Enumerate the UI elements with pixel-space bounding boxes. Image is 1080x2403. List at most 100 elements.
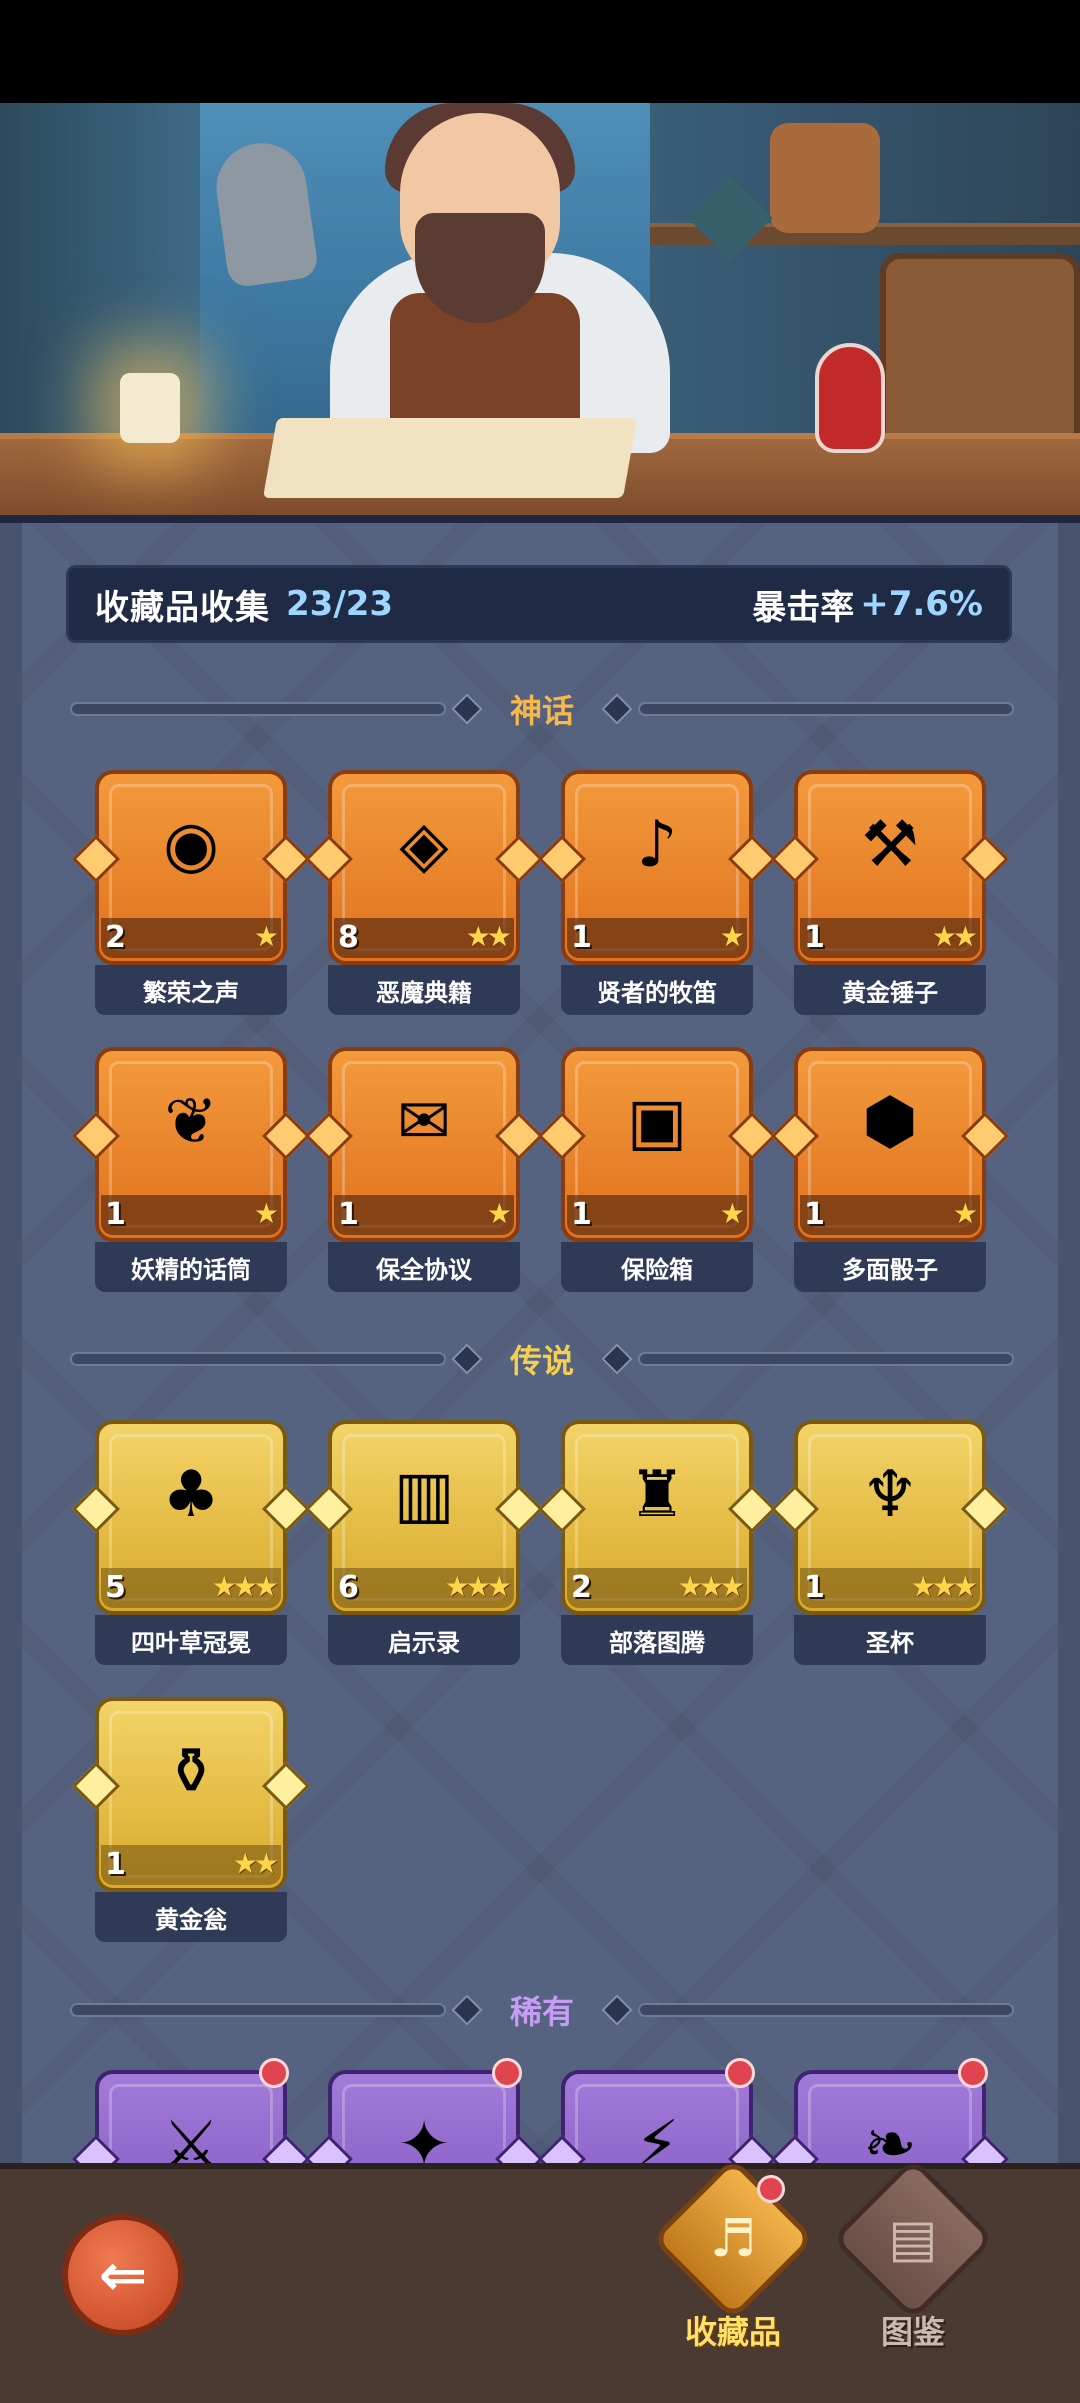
summary-label: 收藏品收集 [95, 587, 270, 628]
book-icon: ▤ [888, 2209, 938, 2269]
item-count: 6 [338, 1570, 359, 1605]
eye-book-icon: ◈ [399, 808, 449, 882]
status-bar [0, 0, 1080, 103]
shovel-decoration [210, 137, 320, 289]
chalice-icon: ♆ [861, 1458, 919, 1532]
treasure-map-decoration [262, 418, 638, 498]
collectible-card[interactable]: ◈ 8 ★★ 恶魔典籍 [304, 770, 544, 1015]
safe-icon: ▣ [626, 1085, 688, 1159]
item-name: 圣杯 [794, 1615, 986, 1665]
item-name: 恶魔典籍 [328, 965, 520, 1015]
collectible-card[interactable]: ✦ [304, 2058, 544, 2163]
item-name: 贤者的牧笛 [561, 965, 753, 1015]
notification-dot [725, 2058, 755, 2088]
star-rating: ★★★ [677, 1570, 745, 1603]
item-name: 黄金锤子 [794, 965, 986, 1015]
notification-dot [958, 2058, 988, 2088]
star-rating: ★★ [232, 1847, 279, 1880]
tab-collection[interactable]: ♬ 收藏品 [650, 2156, 816, 2391]
collectible-card[interactable]: ⚡ [537, 2058, 777, 2163]
crit-rate-label: 暴击率 [752, 587, 855, 628]
section-title-legendary: 传说 [510, 1342, 575, 1380]
collectible-card[interactable]: ♣ 5 ★★★ 四叶草冠冕 [71, 1420, 311, 1665]
star-rating: ★★★ [444, 1570, 512, 1603]
collectible-card[interactable]: ✉ 1 ★ 保全协议 [304, 1047, 544, 1292]
item-name: 保险箱 [561, 1242, 753, 1292]
notification-dot [259, 2058, 289, 2088]
collectible-card[interactable]: ♜ 2 ★★★ 部落图腾 [537, 1420, 777, 1665]
tab-collection-label: 收藏品 [684, 2313, 781, 2351]
back-button[interactable]: ⇐ [62, 2214, 184, 2336]
collectible-card[interactable]: ❦ 1 ★ 妖精的话筒 [71, 1047, 311, 1292]
item-name: 四叶草冠冕 [95, 1615, 287, 1665]
collectible-card[interactable]: ▣ 1 ★ 保险箱 [537, 1047, 777, 1292]
back-arrow-icon: ⇐ [98, 2241, 148, 2309]
item-count: 2 [571, 1570, 592, 1605]
item-name: 启示录 [328, 1615, 520, 1665]
orb-icon: ◉ [163, 808, 219, 882]
open-book-icon: ▥ [393, 1458, 455, 1532]
lightning-card-icon: ⚡ [634, 2108, 680, 2163]
item-count: 1 [105, 1847, 126, 1882]
chest-decoration [880, 253, 1080, 463]
collectible-card[interactable]: ⚔ [71, 2058, 311, 2163]
tab-codex-label: 图鉴 [880, 2313, 945, 2351]
collection-summary: 收藏品收集 23/23 暴击率 +7.6% [66, 565, 1012, 643]
collectible-card[interactable]: ♆ 1 ★★★ 圣杯 [770, 1420, 1010, 1665]
section-title-mythic: 神话 [510, 692, 575, 730]
collectible-card[interactable]: ❧ [770, 2058, 1010, 2163]
totem-decoration [770, 123, 880, 233]
item-count: 5 [105, 1570, 126, 1605]
section-title-rare: 稀有 [510, 1993, 575, 2031]
star-rating: ★ [952, 1197, 978, 1230]
collectible-card[interactable]: ▥ 6 ★★★ 启示录 [304, 1420, 544, 1665]
collectible-card[interactable]: ⚒ 1 ★★ 黄金锤子 [770, 770, 1010, 1015]
item-name: 黄金瓮 [95, 1892, 287, 1942]
section-header-mythic: 神话 [70, 685, 1015, 733]
dice-icon: ⬢ [862, 1085, 918, 1159]
potion-decoration [815, 343, 885, 453]
scroll-icon: ✉ [397, 1085, 451, 1159]
crit-rate-value: +7.6% [860, 584, 983, 624]
vine-icon: ❧ [863, 2108, 917, 2163]
star-rating: ★ [253, 1197, 279, 1230]
star-rating: ★ [719, 920, 745, 953]
item-count: 1 [804, 920, 825, 955]
item-count: 1 [571, 1197, 592, 1232]
feather-icon: ✦ [397, 2108, 451, 2163]
item-name: 部落图腾 [561, 1615, 753, 1665]
notification-dot [492, 2058, 522, 2088]
item-count: 1 [804, 1197, 825, 1232]
star-rating: ★★ [465, 920, 512, 953]
collectible-card[interactable]: ⚱ 1 ★★ 黄金瓮 [71, 1697, 311, 1942]
urn-icon: ⚱ [164, 1735, 218, 1809]
item-count: 2 [105, 920, 126, 955]
section-header-legendary: 传说 [70, 1335, 1015, 1383]
collectible-card[interactable]: ⬢ 1 ★ 多面骰子 [770, 1047, 1010, 1292]
star-rating: ★★ [931, 920, 978, 953]
item-name: 繁荣之声 [95, 965, 287, 1015]
star-rating: ★★★ [910, 1570, 978, 1603]
item-name: 妖精的话筒 [95, 1242, 287, 1292]
item-count: 1 [105, 1197, 126, 1232]
item-count: 1 [571, 920, 592, 955]
header-banner [0, 103, 1080, 523]
item-count: 1 [338, 1197, 359, 1232]
axe-icon: ⚔ [162, 2108, 220, 2163]
item-name: 多面骰子 [794, 1242, 986, 1292]
collection-count: 23/23 [286, 584, 394, 624]
notification-dot [757, 2175, 785, 2203]
section-header-rare: 稀有 [70, 1986, 1015, 2034]
bottom-nav: ⇐ ♬ 收藏品 ▤ 图鉴 [0, 2156, 1080, 2403]
collectible-card[interactable]: ♪ 1 ★ 贤者的牧笛 [537, 770, 777, 1015]
clover-crown-icon: ♣ [162, 1458, 220, 1532]
totem-icon: ♜ [628, 1458, 686, 1532]
item-count: 8 [338, 920, 359, 955]
star-rating: ★ [253, 920, 279, 953]
item-count: 1 [804, 1570, 825, 1605]
item-name: 保全协议 [328, 1242, 520, 1292]
star-rating: ★ [486, 1197, 512, 1230]
harp-icon: ♬ [709, 2209, 757, 2269]
collectible-card[interactable]: ◉ 2 ★ 繁荣之声 [71, 770, 311, 1015]
tab-codex[interactable]: ▤ 图鉴 [830, 2156, 996, 2391]
